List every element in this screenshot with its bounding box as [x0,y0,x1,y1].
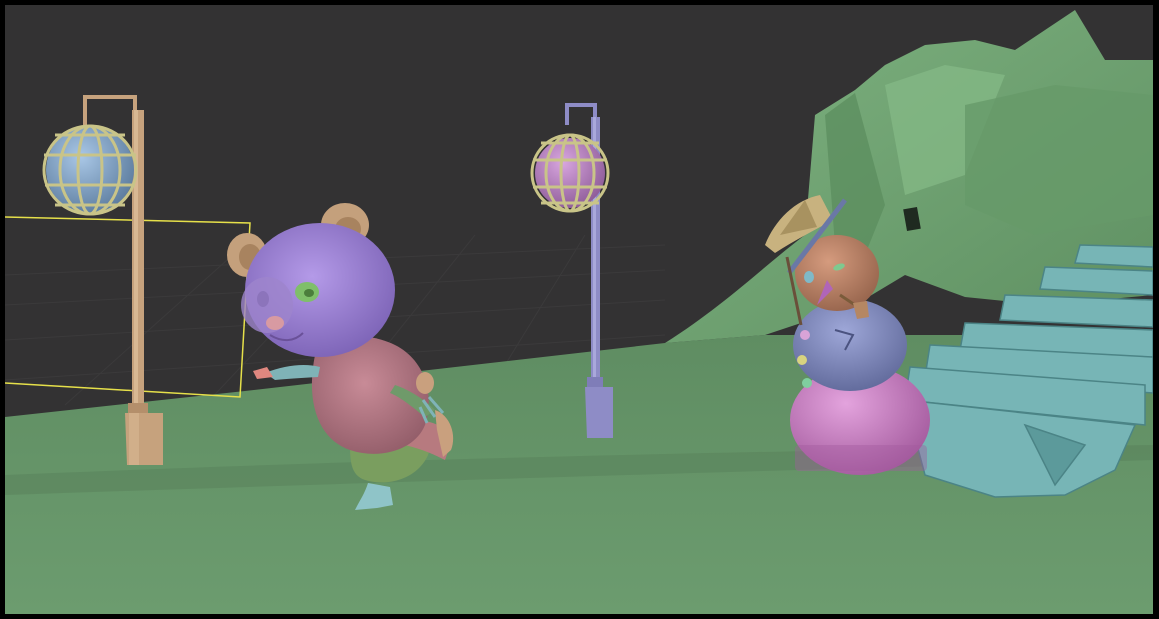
hill[interactable] [665,10,1153,343]
3d-viewport[interactable] [5,5,1153,614]
snowman-middle [793,299,907,391]
viewport-frame [0,0,1159,619]
bear-nose [266,316,284,330]
lamp-globe-left [42,124,138,216]
scene-canvas[interactable] [5,5,1153,614]
lamp-globe-center [530,133,610,213]
selection-outline [5,216,251,398]
